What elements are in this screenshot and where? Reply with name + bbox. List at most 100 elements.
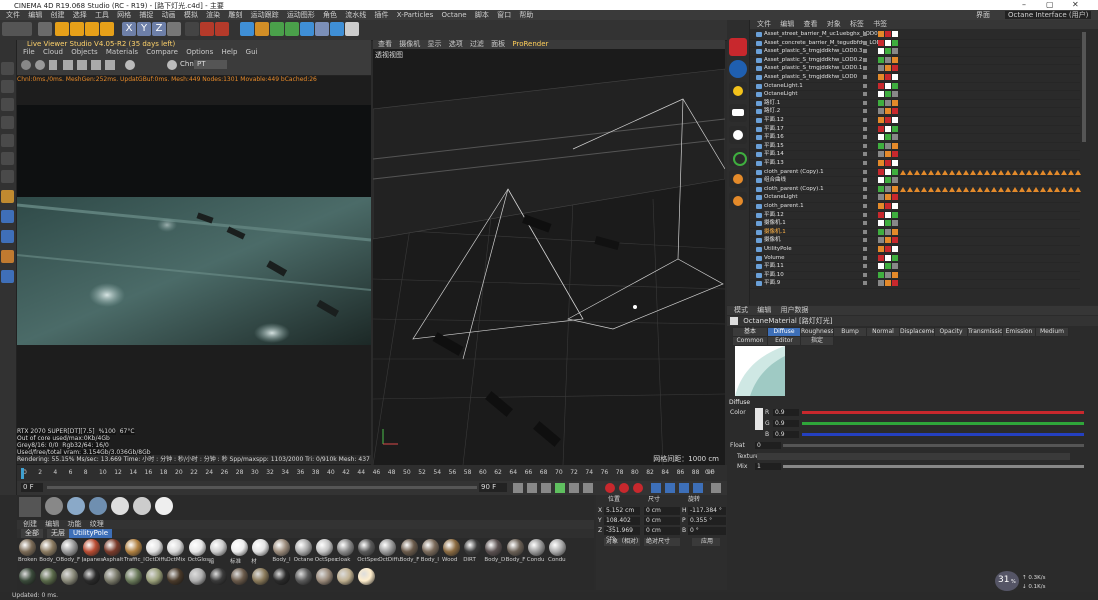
material-ball[interactable] (506, 539, 524, 556)
rotation-key-icon[interactable] (679, 483, 689, 493)
mat-menu-item[interactable]: 功能 (67, 520, 81, 528)
tag-icon[interactable] (892, 185, 898, 192)
menu-item[interactable]: 运动跟踪 (251, 10, 279, 20)
tag-icon[interactable] (892, 246, 898, 252)
tweak-mode-icon[interactable] (1, 210, 14, 223)
material-ball[interactable] (252, 568, 270, 585)
material-ball[interactable] (146, 568, 164, 585)
tab-opacity[interactable]: Opacity (934, 327, 968, 337)
warning-tag-icon[interactable] (1075, 169, 1081, 175)
warning-tag-icon[interactable] (1040, 169, 1046, 175)
tag-icon[interactable] (878, 254, 884, 261)
workplane-icon[interactable] (1, 116, 14, 129)
autokey-icon[interactable] (619, 483, 629, 493)
tag-icon[interactable] (885, 91, 891, 98)
material-ball[interactable] (103, 568, 121, 585)
layout-select[interactable]: Octane Interface (用户) (1005, 11, 1092, 19)
warning-tag-icon[interactable] (1026, 169, 1032, 175)
material-ball[interactable] (421, 539, 439, 556)
pos-y-field[interactable]: 108.402 cm (604, 517, 640, 532)
warning-tag-icon[interactable] (1012, 169, 1018, 175)
menu-item[interactable]: 帮助 (519, 10, 533, 20)
tag-icon[interactable] (878, 211, 884, 218)
tab-transmission[interactable]: Transmission (967, 327, 1007, 337)
tag-icon[interactable] (892, 271, 898, 278)
lv-menu-item[interactable]: File (23, 48, 35, 56)
warning-tag-icon[interactable] (914, 169, 920, 175)
mix-value[interactable]: 1 (755, 463, 781, 470)
r-value[interactable]: 0.9 (773, 409, 799, 416)
material-ball[interactable] (146, 539, 164, 556)
warning-tag-icon[interactable] (935, 169, 941, 175)
goto-end-icon[interactable] (583, 483, 593, 493)
tag-icon[interactable] (892, 280, 898, 287)
rot-p-field[interactable]: 0.355 ° (688, 517, 726, 525)
warning-tag-icon[interactable] (970, 186, 976, 192)
tag-icon[interactable] (878, 117, 884, 123)
menu-item[interactable]: 工具 (95, 10, 109, 20)
tag-icon[interactable] (892, 211, 898, 218)
tag-icon[interactable] (892, 254, 898, 261)
warning-tag-icon[interactable] (963, 186, 969, 192)
lv-menu-item[interactable]: Help (221, 48, 237, 56)
scale-icon[interactable] (70, 22, 84, 36)
visibility-toggle[interactable] (863, 126, 867, 131)
tag-icon[interactable] (878, 263, 884, 270)
texture-slot[interactable] (757, 453, 1070, 460)
tag-icon[interactable] (878, 82, 884, 89)
vp-menu-item[interactable]: 查看 (378, 40, 392, 48)
warning-tag-icon[interactable] (984, 169, 990, 175)
recent-tool-icon[interactable] (100, 22, 114, 36)
menu-item[interactable]: 雕刻 (228, 10, 242, 20)
warning-tag-icon[interactable] (1005, 169, 1011, 175)
warning-tag-icon[interactable] (970, 169, 976, 175)
deformer-icon[interactable] (300, 22, 314, 36)
warning-tag-icon[interactable] (1054, 186, 1060, 192)
vp-menu-item[interactable]: 面板 (491, 40, 505, 48)
material-ball[interactable] (19, 539, 36, 556)
visibility-toggle[interactable] (863, 135, 867, 140)
material-ball[interactable] (209, 568, 227, 585)
tab-utilitypole[interactable]: UtilityPole (69, 529, 113, 538)
maximize-icon[interactable]: ▢ (1046, 0, 1054, 9)
tag-icon[interactable] (878, 185, 884, 192)
rot-b-field[interactable]: 0 ° (688, 527, 726, 535)
tag-icon[interactable] (892, 203, 898, 209)
warning-tag-icon[interactable] (928, 186, 934, 192)
tag-icon[interactable] (885, 177, 891, 184)
menu-item[interactable]: 角色 (323, 10, 337, 20)
tag-icon[interactable] (892, 237, 898, 244)
tag-icon[interactable] (892, 74, 898, 80)
tag-icon[interactable] (878, 134, 884, 141)
tag-icon[interactable] (892, 142, 898, 149)
material-ball[interactable] (294, 568, 312, 585)
tag-icon[interactable] (885, 74, 891, 80)
tag-icon[interactable] (878, 99, 884, 106)
menu-item[interactable]: Octane (441, 10, 466, 20)
octane-sun-icon[interactable] (729, 82, 747, 100)
warning-tag-icon[interactable] (1061, 186, 1067, 192)
tag-icon[interactable] (878, 108, 884, 115)
lv-menu-item[interactable]: Compare (146, 48, 178, 56)
move-icon[interactable] (55, 22, 69, 36)
prev-key-icon[interactable] (527, 483, 537, 493)
edges-mode-icon[interactable] (1, 152, 14, 165)
warning-tag-icon[interactable] (949, 186, 955, 192)
warning-tag-icon[interactable] (998, 169, 1004, 175)
tag-icon[interactable] (885, 151, 891, 158)
visibility-toggle[interactable] (863, 238, 867, 243)
tag-icon[interactable] (892, 82, 898, 89)
warning-tag-icon[interactable] (914, 186, 920, 192)
tag-icon[interactable] (885, 185, 891, 192)
timeline-menu-icon[interactable] (711, 483, 721, 493)
tag-icon[interactable] (878, 91, 884, 98)
octane-scatter-icon[interactable] (729, 148, 747, 166)
visibility-toggle[interactable] (863, 143, 867, 148)
material-ball[interactable] (188, 568, 206, 585)
visibility-toggle[interactable] (863, 212, 867, 217)
material-ball[interactable] (19, 568, 36, 585)
g-value[interactable]: 0.9 (773, 420, 799, 427)
material-ball[interactable] (337, 568, 354, 585)
warning-tag-icon[interactable] (942, 186, 948, 192)
subdivision-icon[interactable] (270, 22, 284, 36)
